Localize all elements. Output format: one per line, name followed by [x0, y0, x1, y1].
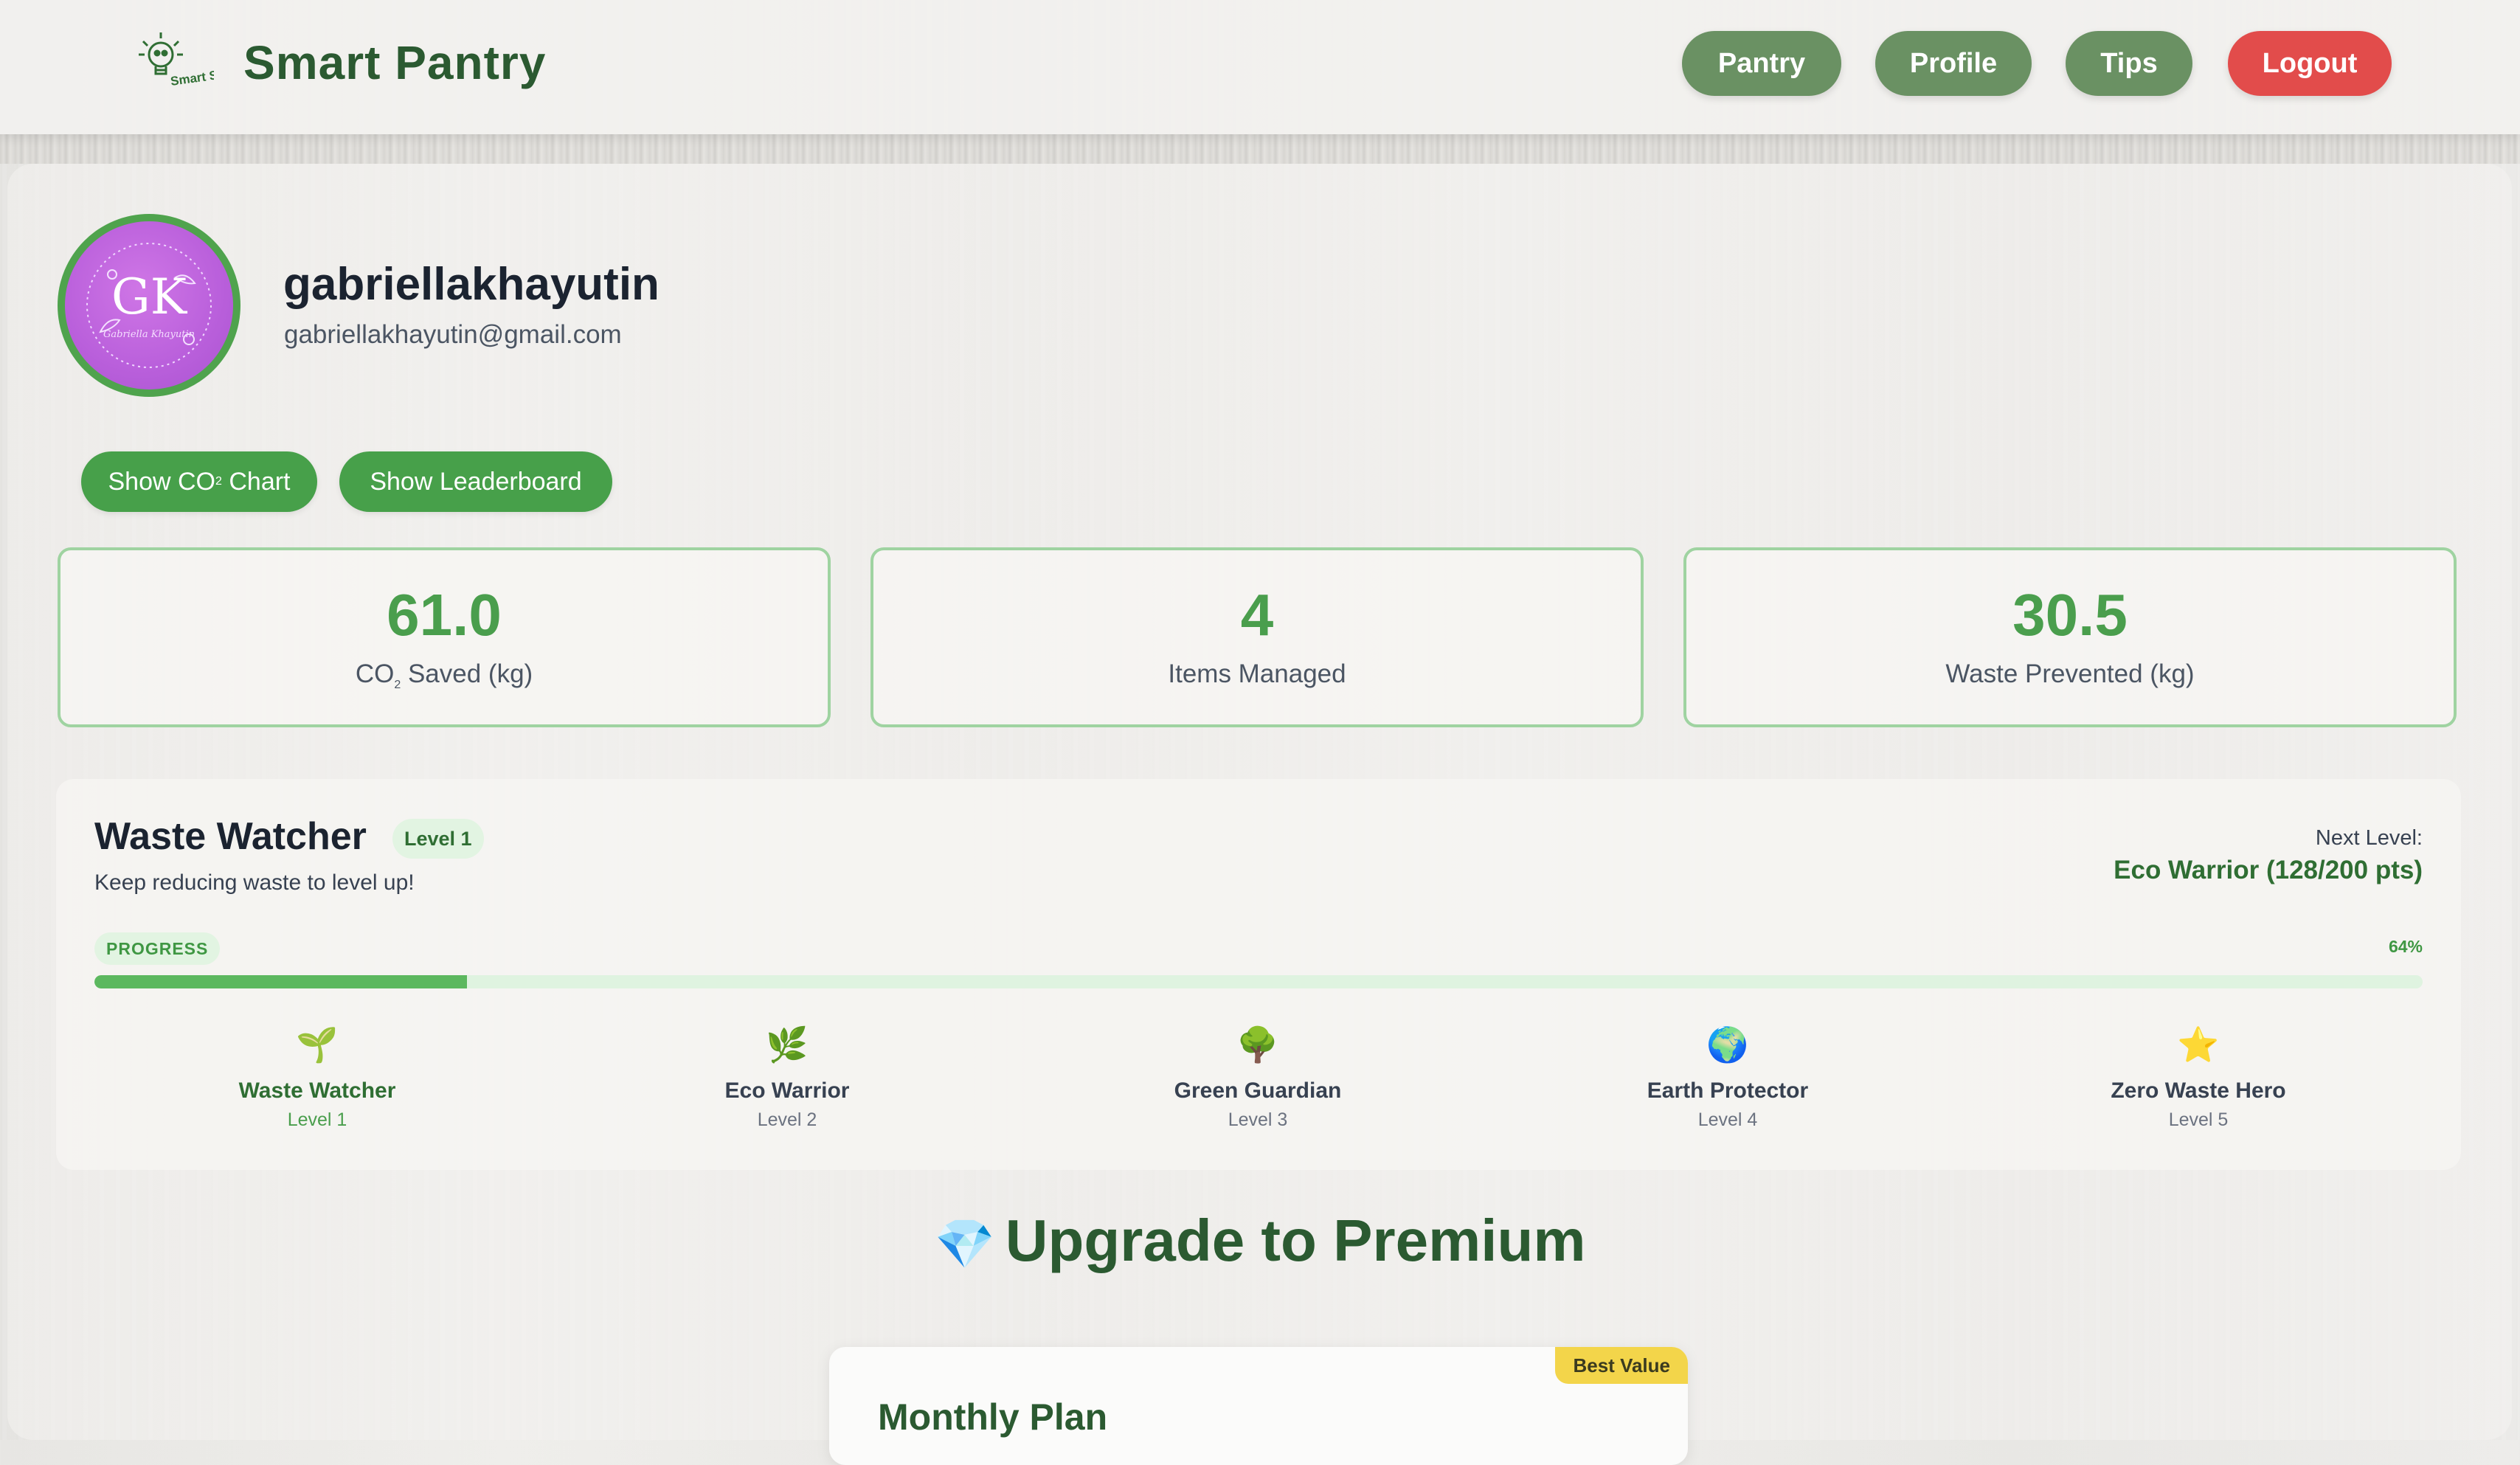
avatar-signature: Gabriella Khayutin — [103, 329, 195, 340]
stat-card-items-managed: 4 Items Managed — [870, 547, 1644, 727]
stat-card-waste-prevented: 30.5 Waste Prevented (kg) — [1683, 547, 2457, 727]
app-title: Smart Pantry — [243, 36, 547, 89]
progress-bar-fill — [94, 975, 467, 988]
progress-percent: 64% — [2388, 937, 2423, 956]
svg-text:Smart Storage: Smart Storage — [170, 63, 214, 89]
avatar: GK Gabriella Khayutin — [58, 214, 240, 397]
level-badge: Level 1 — [392, 819, 484, 859]
top-header: Smart Storage Smart Pantry Pantry Profil… — [0, 0, 2520, 134]
level-step-1: 🌱 Waste Watcher Level 1 — [170, 1022, 465, 1131]
stat-value: 30.5 — [2012, 582, 2128, 648]
tree-icon: 🌳 — [1236, 1025, 1279, 1064]
star-icon: ⭐ — [2177, 1025, 2220, 1064]
stat-label: Waste Prevented (kg) — [1945, 659, 2195, 688]
avatar-image: GK Gabriella Khayutin — [65, 221, 233, 389]
header-fringe-decoration — [0, 134, 2520, 164]
seedling-icon: 🌱 — [296, 1025, 339, 1064]
stat-label: Items Managed — [1168, 659, 1346, 688]
level-step-name: Green Guardian — [1174, 1078, 1342, 1103]
level-subtitle: Keep reducing waste to level up! — [94, 870, 415, 895]
level-step-3: 🌳 Green Guardian Level 3 — [1110, 1022, 1405, 1131]
progress-tag: PROGRESS — [94, 932, 221, 965]
level-step-number: Level 1 — [287, 1109, 347, 1130]
stat-value: 61.0 — [387, 582, 502, 648]
level-step-name: Eco Warrior — [724, 1078, 850, 1103]
level-step-4: 🌍 Earth Protector Level 4 — [1580, 1022, 1875, 1131]
progress-bar — [94, 975, 2423, 988]
show-leaderboard-button[interactable]: Show Leaderboard — [339, 451, 612, 512]
level-step-name: Earth Protector — [1647, 1078, 1809, 1103]
best-value-badge: Best Value — [1555, 1347, 1688, 1384]
premium-heading: 💎 Upgrade to Premium — [934, 1208, 1586, 1273]
user-email: gabriellakhayutin@gmail.com — [284, 320, 622, 349]
show-co2-chart-button[interactable]: Show CO 2 Chart — [81, 451, 317, 512]
monthly-plan-card[interactable]: Monthly Plan Best Value — [829, 1347, 1688, 1465]
next-level-value: Eco Warrior (128/200 pts) — [2114, 856, 2423, 884]
level-step-5: ⭐ Zero Waste Hero Level 5 — [2051, 1022, 2346, 1131]
globe-icon: 🌍 — [1706, 1025, 1749, 1064]
level-step-name: Waste Watcher — [238, 1078, 396, 1103]
level-step-name: Zero Waste Hero — [2111, 1078, 2286, 1103]
nav-profile-button[interactable]: Profile — [1875, 31, 2032, 96]
stat-value: 4 — [1240, 582, 1274, 648]
nav-tips-button[interactable]: Tips — [2066, 31, 2192, 96]
level-title: Waste Watcher — [94, 815, 367, 858]
level-step-number: Level 2 — [757, 1109, 817, 1130]
stat-card-co2-saved: 61.0 CO2 Saved (kg) — [58, 547, 831, 727]
logout-button[interactable]: Logout — [2228, 31, 2392, 96]
herb-icon: 🌿 — [766, 1025, 809, 1064]
avatar-initials: GK — [111, 269, 187, 325]
level-step-number: Level 4 — [1697, 1109, 1758, 1130]
level-step-number: Level 5 — [2168, 1109, 2229, 1130]
level-step-number: Level 3 — [1228, 1109, 1288, 1130]
gem-icon: 💎 — [934, 1216, 995, 1271]
stat-label: CO2 Saved (kg) — [355, 659, 533, 691]
nav-pantry-button[interactable]: Pantry — [1682, 31, 1841, 96]
username: gabriellakhayutin — [283, 259, 660, 310]
smart-storage-logo[interactable]: Smart Storage — [133, 27, 257, 108]
level-step-2: 🌿 Eco Warrior Level 2 — [640, 1022, 935, 1131]
plan-name: Monthly Plan — [878, 1396, 1108, 1438]
next-level-label: Next Level: — [2315, 826, 2423, 850]
